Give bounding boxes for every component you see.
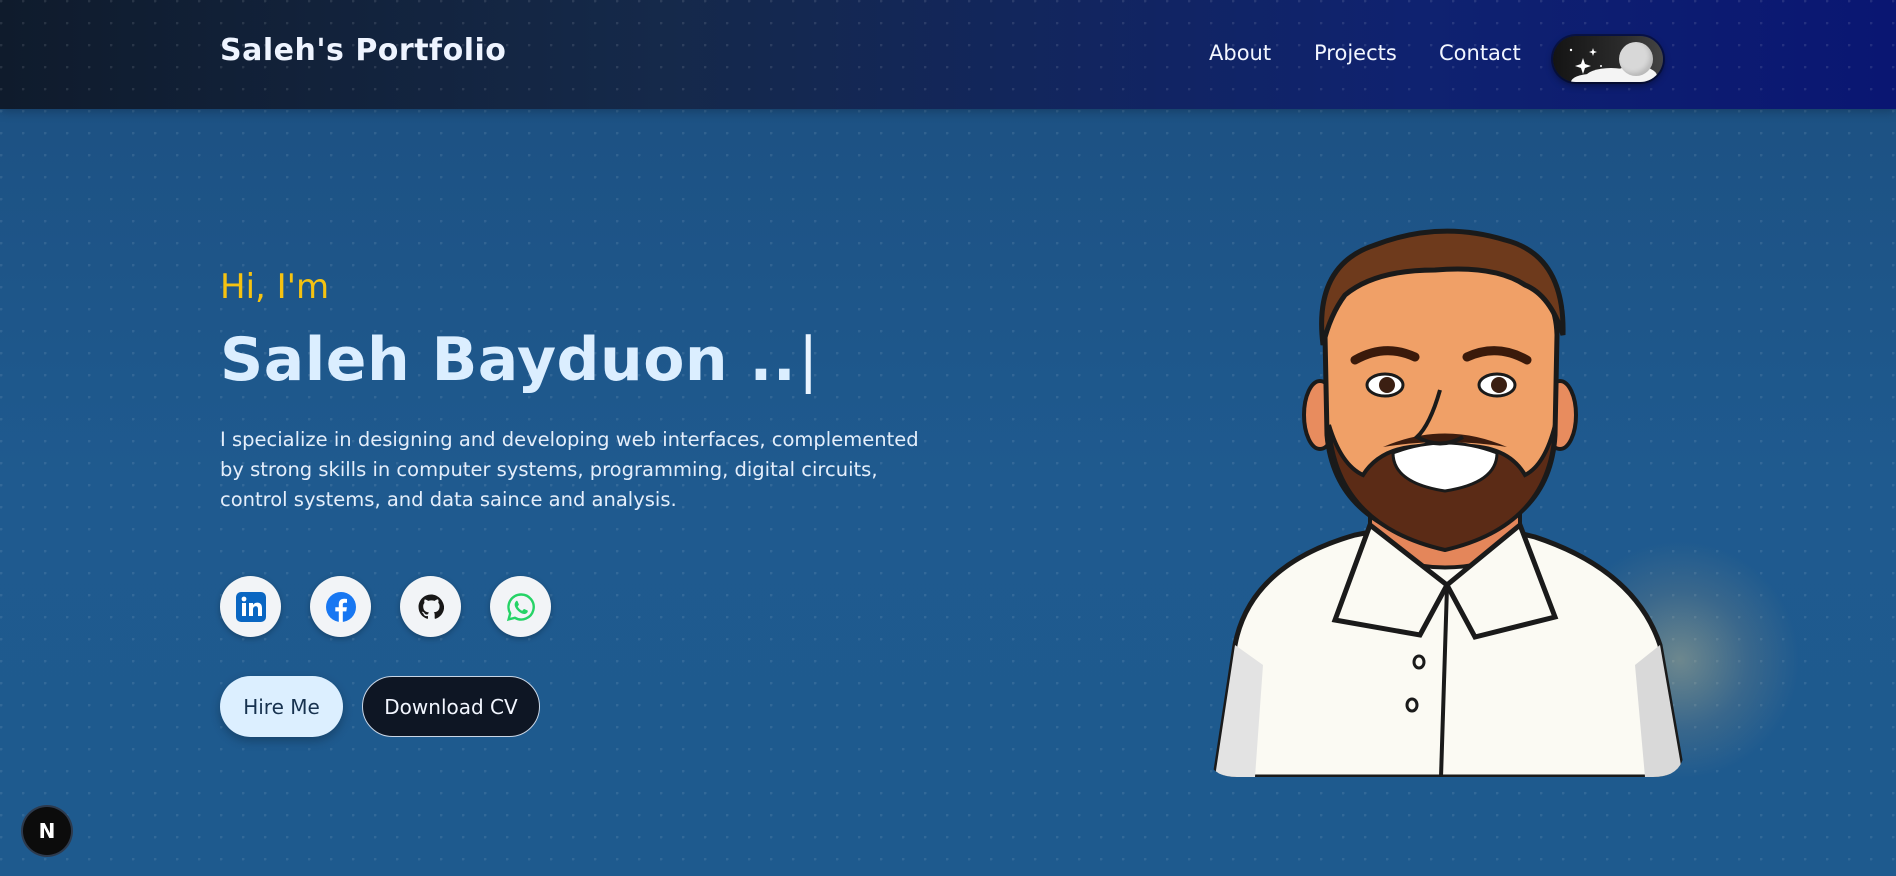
avatar-illustration [1212,228,1685,777]
typing-cursor: | [798,325,819,395]
site-header: Saleh's Portfolio About Projects Contact [0,0,1896,109]
site-logo[interactable]: Saleh's Portfolio [220,33,506,68]
nextjs-dev-badge[interactable]: N [23,807,71,855]
hero-name: Saleh Bayduon ..| [220,325,819,395]
github-icon [418,594,444,619]
hire-me-button[interactable]: Hire Me [220,676,343,737]
download-cv-button[interactable]: Download CV [362,676,540,737]
whatsapp-link[interactable] [490,576,551,637]
hero-name-text: Saleh Bayduon .. [220,325,797,395]
theme-toggle[interactable] [1553,36,1663,82]
facebook-link[interactable] [310,576,371,637]
linkedin-link[interactable] [220,576,281,637]
nav-contact-link[interactable]: Contact [1439,41,1521,65]
whatsapp-icon [506,592,535,621]
github-link[interactable] [400,576,461,637]
moon-icon [1619,42,1653,76]
hero-greeting: Hi, I'm [220,267,330,307]
nav-projects-link[interactable]: Projects [1314,41,1397,65]
hero-description: I specialize in designing and developing… [220,428,919,511]
nav-about-link[interactable]: About [1209,41,1271,65]
facebook-icon [325,591,356,622]
linkedin-icon [235,591,266,622]
